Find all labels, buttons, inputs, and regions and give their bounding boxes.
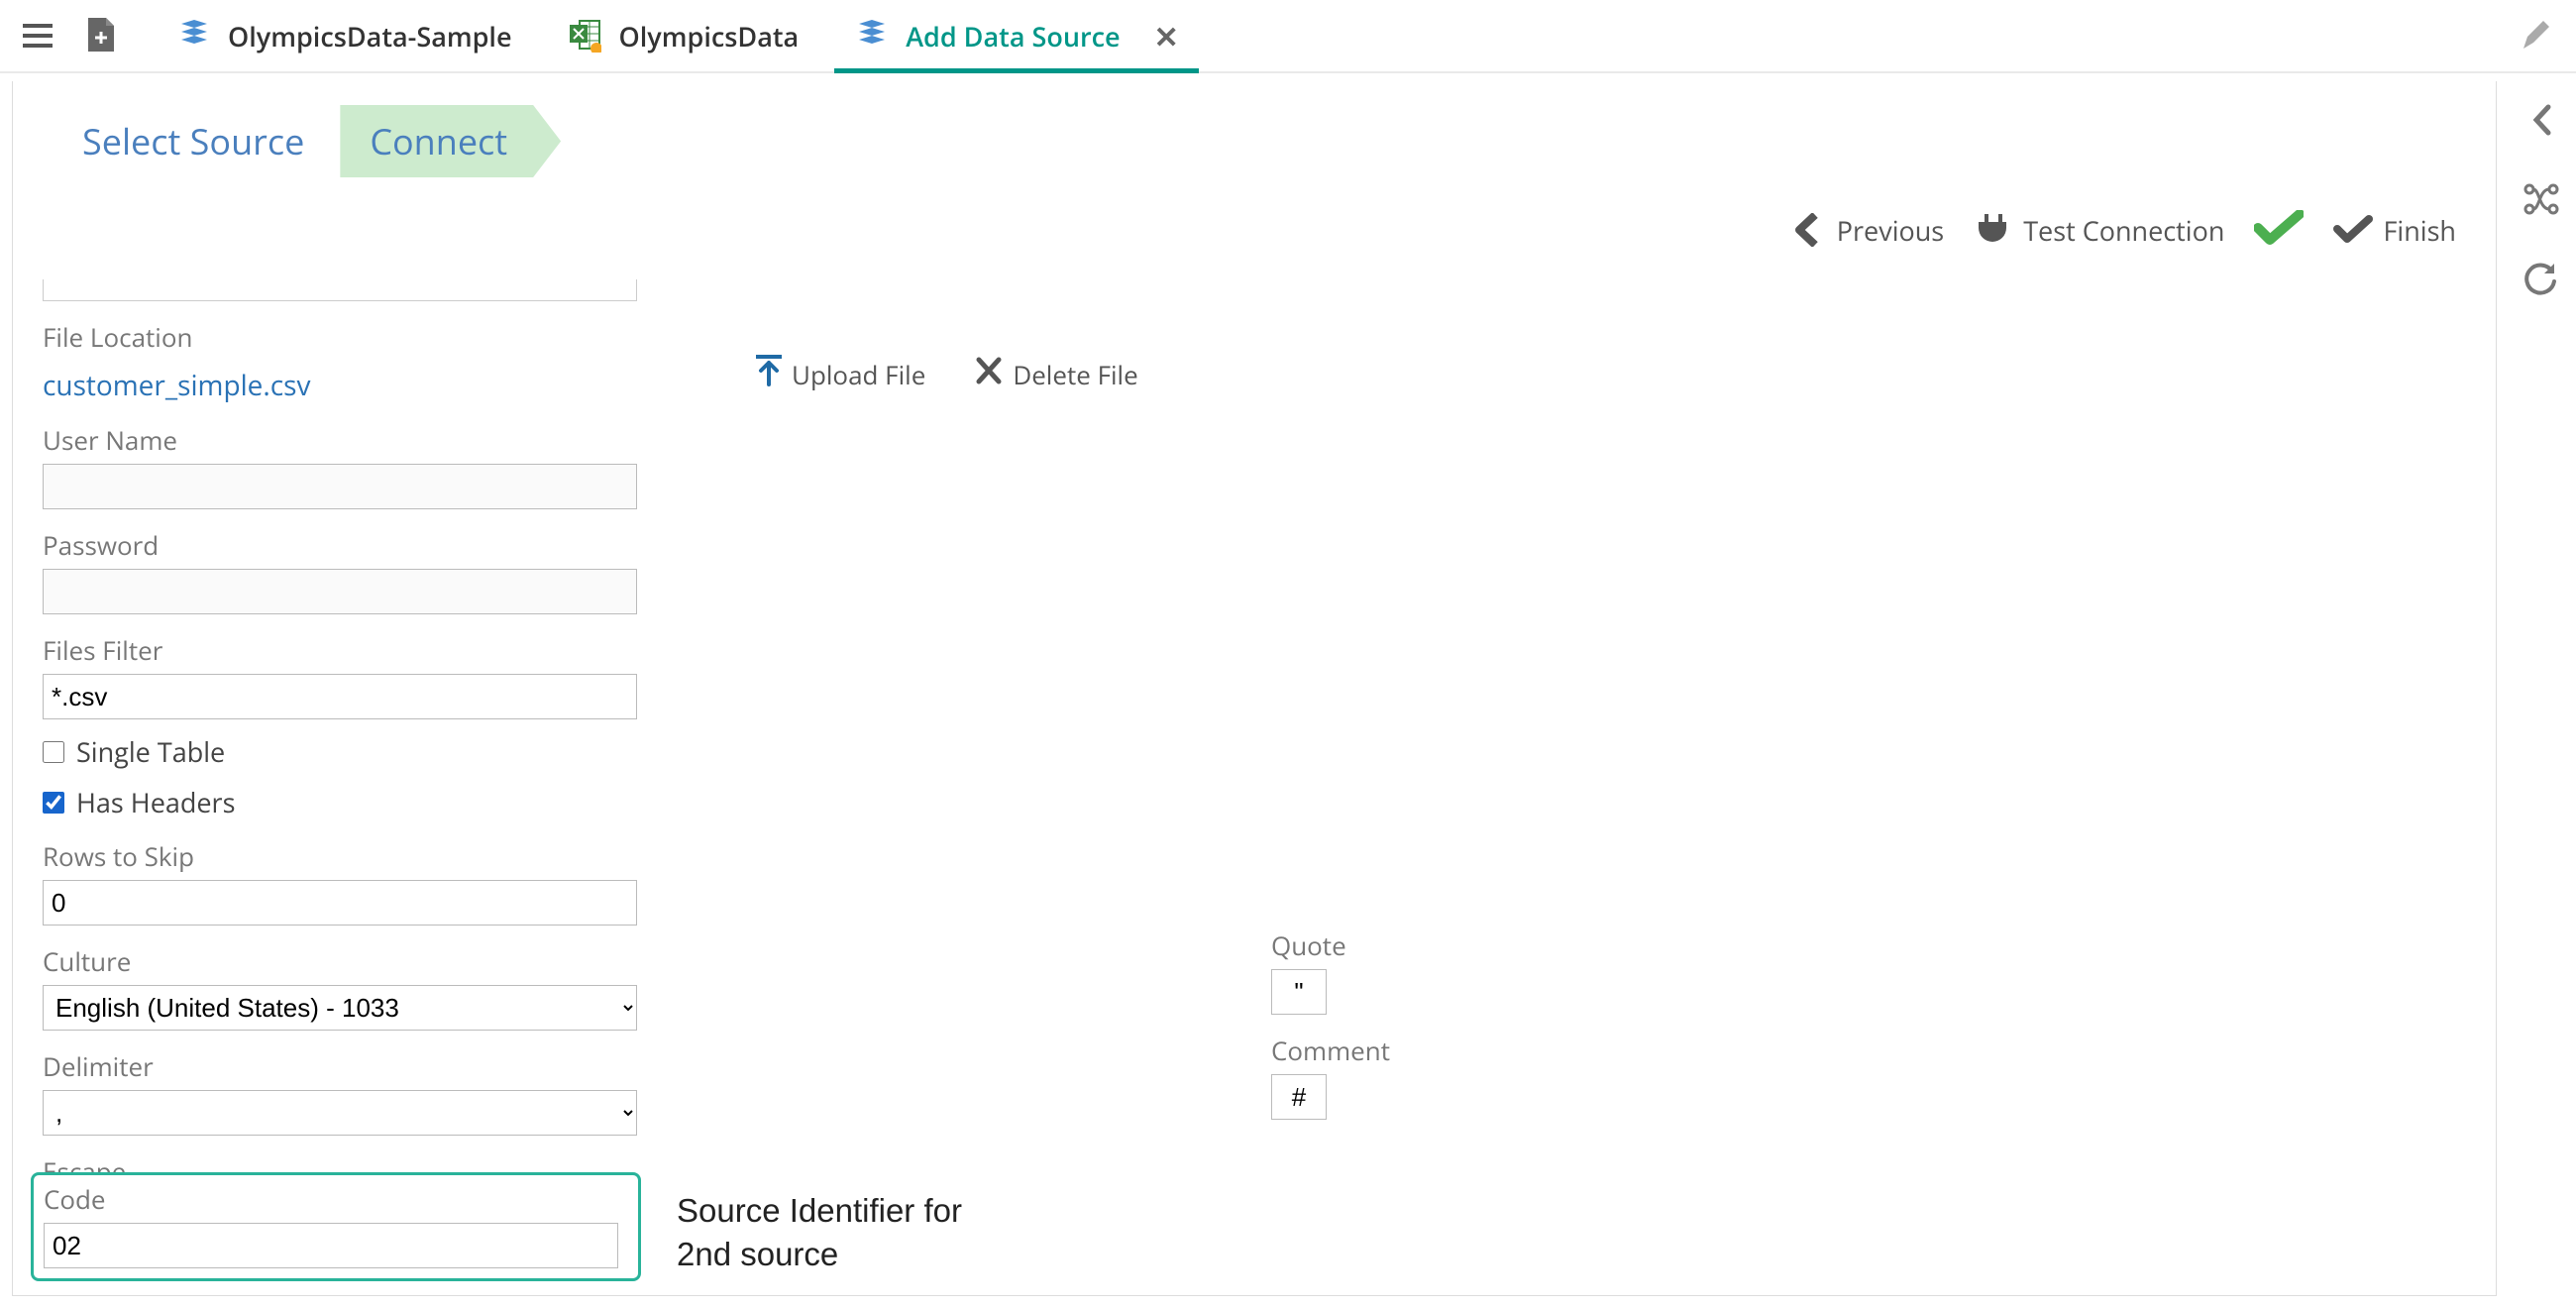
cut-off-field xyxy=(43,279,637,301)
quote-label: Quote xyxy=(1271,927,2466,963)
file-location-value[interactable]: customer_simple.csv xyxy=(43,367,310,404)
single-table-checkbox[interactable] xyxy=(43,741,64,763)
excel-file-icon xyxy=(568,18,603,54)
test-connection-button[interactable]: Test Connection xyxy=(1974,210,2224,250)
rows-to-skip-input[interactable] xyxy=(43,880,637,926)
collapse-right-icon[interactable] xyxy=(2528,103,2554,142)
new-file-icon[interactable] xyxy=(79,14,123,57)
tab-olympicsdata[interactable]: OlympicsData xyxy=(540,0,827,71)
chevron-left-icon xyxy=(1787,210,1827,250)
refresh-icon[interactable] xyxy=(2524,262,2558,300)
previous-button[interactable]: Previous xyxy=(1787,210,1944,250)
plug-icon xyxy=(1974,210,2013,250)
tab-label: OlympicsData-Sample xyxy=(228,18,512,54)
code-input[interactable] xyxy=(44,1223,618,1268)
flow-icon[interactable] xyxy=(2523,183,2559,220)
culture-label: Culture xyxy=(43,943,677,979)
delete-icon xyxy=(975,356,1003,393)
tab-label: OlympicsData xyxy=(619,18,800,54)
culture-select[interactable]: English (United States) - 1033 xyxy=(43,985,637,1031)
file-location-label: File Location xyxy=(43,319,677,355)
has-headers-checkbox[interactable] xyxy=(43,792,64,814)
data-source-icon xyxy=(176,18,212,54)
finish-label: Finish xyxy=(2383,212,2456,249)
data-source-icon xyxy=(854,18,890,54)
quote-input[interactable] xyxy=(1271,969,1327,1015)
comment-input[interactable] xyxy=(1271,1074,1327,1120)
user-name-label: User Name xyxy=(43,422,677,458)
delete-file-label: Delete File xyxy=(1013,357,1137,392)
edit-pencil-icon[interactable] xyxy=(2515,14,2558,57)
upload-icon xyxy=(756,355,782,394)
delimiter-label: Delimiter xyxy=(43,1048,677,1084)
previous-label: Previous xyxy=(1837,212,1944,249)
annotation-text: Source Identifier for 2nd source xyxy=(677,1189,962,1277)
tab-olympicsdata-sample[interactable]: OlympicsData-Sample xyxy=(149,0,540,71)
checkmark-green-icon xyxy=(2254,210,2304,250)
tab-add-data-source[interactable]: Add Data Source ✕ xyxy=(826,0,1207,71)
delimiter-select[interactable]: , xyxy=(43,1090,637,1136)
single-table-label[interactable]: Single Table xyxy=(76,733,225,770)
password-input[interactable] xyxy=(43,569,637,614)
rows-to-skip-label: Rows to Skip xyxy=(43,838,677,874)
hamburger-menu-icon[interactable] xyxy=(16,14,59,57)
has-headers-label[interactable]: Has Headers xyxy=(76,784,235,820)
user-name-input[interactable] xyxy=(43,464,637,509)
files-filter-label: Files Filter xyxy=(43,632,677,668)
files-filter-input[interactable] xyxy=(43,674,637,719)
upload-file-label: Upload File xyxy=(792,357,925,392)
finish-button[interactable]: Finish xyxy=(2333,210,2456,250)
delete-file-button[interactable]: Delete File xyxy=(975,356,1137,393)
tab-label: Add Data Source xyxy=(906,18,1120,54)
upload-file-button[interactable]: Upload File xyxy=(756,355,925,394)
password-label: Password xyxy=(43,527,677,563)
wizard-step-connect[interactable]: Connect xyxy=(340,105,561,177)
wizard-step-select-source[interactable]: Select Source xyxy=(53,105,340,177)
test-connection-label: Test Connection xyxy=(2023,212,2224,249)
code-field-highlight: Code xyxy=(31,1172,641,1281)
code-label: Code xyxy=(44,1181,628,1217)
close-tab-icon[interactable]: ✕ xyxy=(1154,16,1179,56)
checkmark-icon xyxy=(2333,210,2373,250)
comment-label: Comment xyxy=(1271,1033,2466,1068)
